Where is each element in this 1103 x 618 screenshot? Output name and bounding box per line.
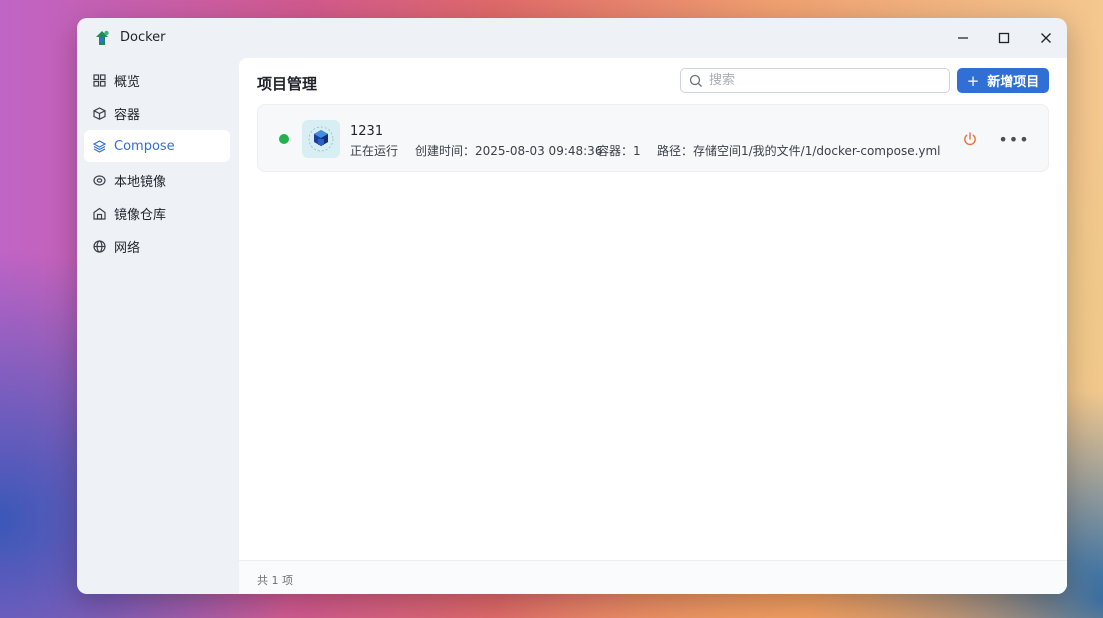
minimize-icon (957, 32, 969, 44)
project-path: 路径：存储空间1/我的文件/1/docker-compose.yml (657, 144, 941, 158)
project-card[interactable]: 1231 正在运行 创建时间：2025-08-03 09:48:36 容器：1 … (257, 104, 1049, 172)
page-title: 项目管理 (257, 75, 318, 93)
plus-icon: + (966, 71, 980, 90)
sidebar-item-local-images[interactable]: 本地镜像 (84, 164, 230, 196)
cube-icon (92, 106, 106, 120)
add-project-button[interactable]: + 新增项目 (957, 68, 1049, 93)
add-project-label: 新增项目 (987, 75, 1040, 90)
sidebar-item-label: 镜像仓库 (114, 207, 167, 223)
sidebar-item-image-registry[interactable]: 镜像仓库 (84, 197, 230, 229)
project-created-time: 创建时间：2025-08-03 09:48:36 (415, 144, 603, 158)
sidebar-item-compose[interactable]: Compose (84, 130, 230, 162)
project-name[interactable]: 1231 (350, 124, 383, 139)
sidebar-item-network[interactable]: 网络 (84, 230, 230, 262)
warehouse-icon (92, 206, 106, 220)
globe-icon (92, 239, 106, 253)
title-bar: Docker (77, 18, 1067, 58)
power-icon[interactable] (962, 131, 978, 147)
minimize-button[interactable] (949, 26, 977, 50)
search-input[interactable] (709, 71, 939, 90)
sidebar-item-label: Compose (114, 138, 175, 154)
sidebar-item-label: 网络 (114, 240, 141, 256)
close-icon (1040, 32, 1052, 44)
sidebar-item-overview[interactable]: 概览 (84, 64, 230, 96)
maximize-button[interactable] (990, 26, 1018, 50)
app-title: Docker (120, 30, 166, 45)
sidebar-item-label: 容器 (114, 107, 141, 123)
disc-icon (92, 173, 106, 187)
maximize-icon (998, 32, 1010, 44)
docker-logo-icon (92, 28, 112, 48)
sidebar-item-label: 概览 (114, 74, 141, 90)
search-box[interactable] (680, 68, 950, 93)
item-count: 共 1 项 (257, 574, 293, 587)
docker-window: Docker 概览 容器 Compose 本地镜像 镜像仓库 网络 项目管理 搜… (77, 18, 1067, 594)
close-button[interactable] (1032, 26, 1060, 50)
project-status: 正在运行 (350, 144, 399, 158)
grid-icon (92, 73, 106, 87)
main-content: 项目管理 + 新增项目 (239, 58, 1067, 594)
layers-icon (92, 139, 106, 153)
project-container-count: 容器：1 (597, 144, 641, 158)
running-status-indicator (279, 134, 289, 144)
compose-project-icon (302, 120, 340, 158)
more-options-icon[interactable]: ••• (998, 129, 1028, 149)
sidebar-item-containers[interactable]: 容器 (84, 97, 230, 129)
footer: 共 1 项 (239, 560, 1067, 594)
sidebar-item-label: 本地镜像 (114, 174, 167, 190)
